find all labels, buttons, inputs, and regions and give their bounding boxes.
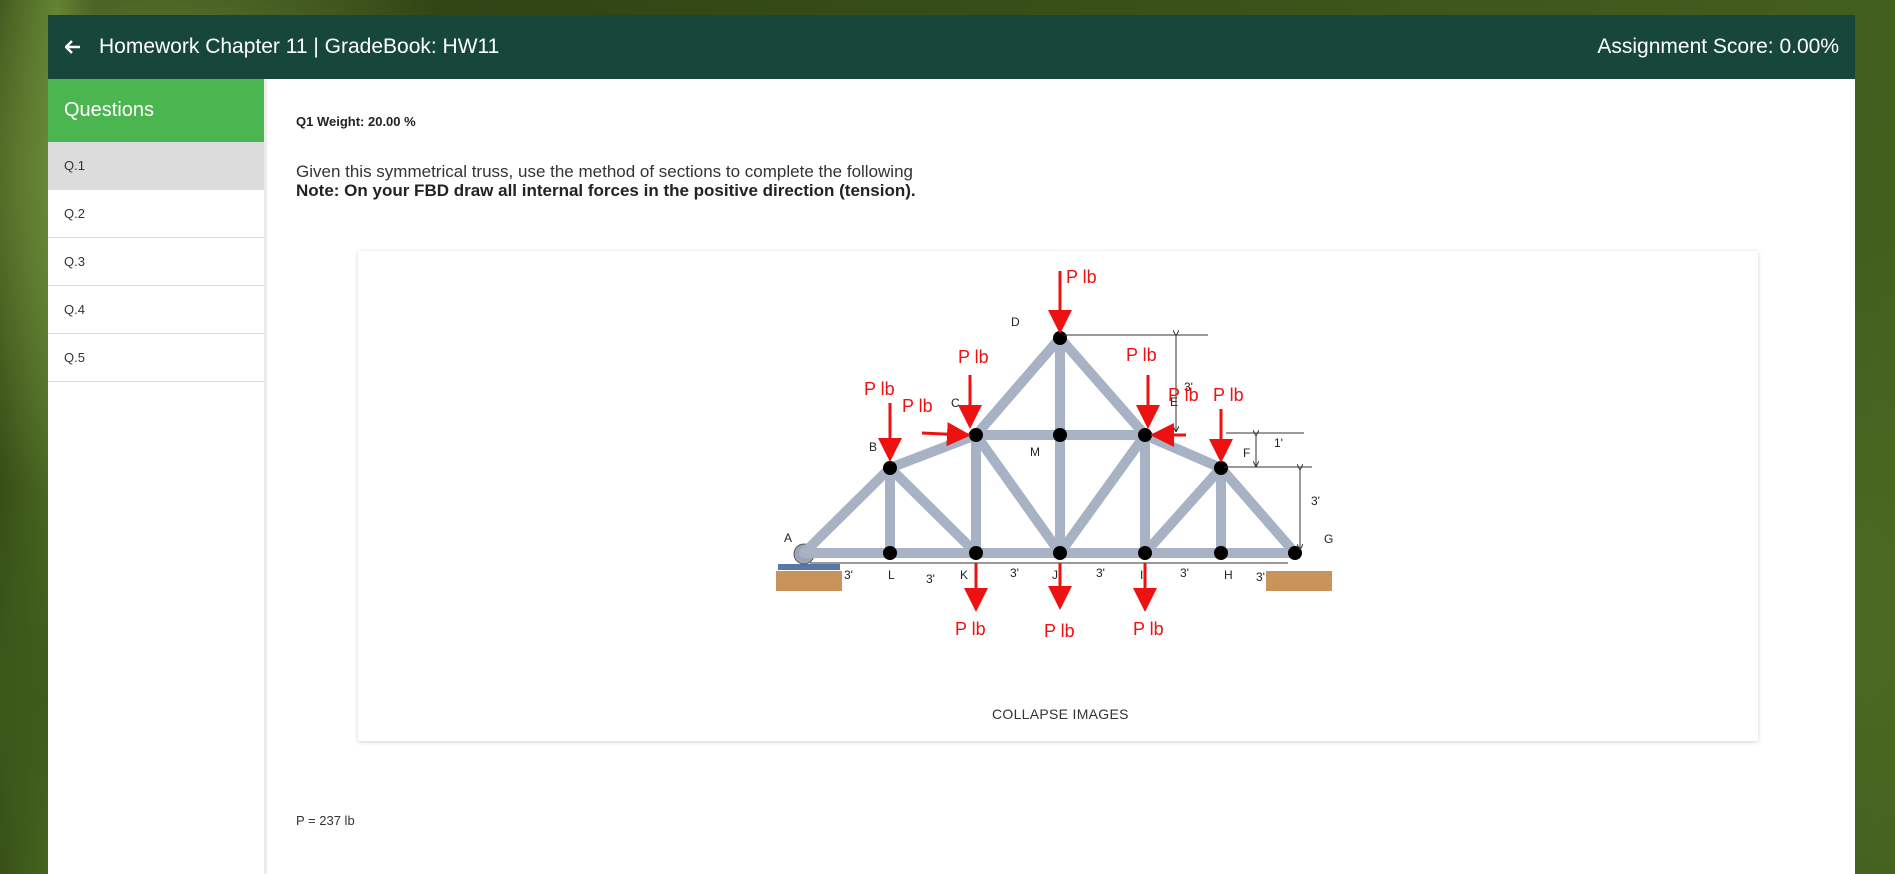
- svg-text:C: C: [951, 396, 960, 410]
- svg-text:P lb: P lb: [864, 379, 895, 399]
- svg-text:G: G: [1324, 532, 1333, 546]
- questions-sidebar: Questions Q.1 Q.2 Q.3 Q.4 Q.5: [48, 79, 267, 874]
- svg-text:A: A: [784, 531, 792, 545]
- svg-text:P lb: P lb: [1213, 385, 1244, 405]
- questions-heading: Questions: [48, 79, 264, 142]
- svg-text:F: F: [1243, 446, 1250, 460]
- svg-text:K: K: [960, 568, 968, 582]
- svg-text:3': 3': [1096, 566, 1105, 580]
- svg-text:P lb: P lb: [1066, 267, 1097, 287]
- assignment-score: Assignment Score: 0.00%: [1597, 35, 1839, 58]
- svg-text:P lb: P lb: [955, 619, 986, 639]
- svg-text:H: H: [1224, 568, 1233, 582]
- svg-text:1': 1': [1274, 436, 1283, 450]
- sidebar-item-q5[interactable]: Q.5: [48, 334, 264, 382]
- question-prompt: Given this symmetrical truss, use the me…: [296, 162, 916, 200]
- svg-text:P lb: P lb: [1168, 385, 1199, 405]
- sidebar-item-q1[interactable]: Q.1: [48, 142, 264, 190]
- svg-text:J: J: [1052, 568, 1058, 582]
- p-value: P = 237 lb: [296, 813, 355, 828]
- svg-text:3': 3': [1180, 566, 1189, 580]
- collapse-images-button[interactable]: COLLAPSE IMAGES: [992, 706, 1129, 722]
- svg-text:P lb: P lb: [902, 396, 933, 416]
- sidebar-item-q4[interactable]: Q.4: [48, 286, 264, 334]
- svg-text:P lb: P lb: [1133, 619, 1164, 639]
- page-title: Homework Chapter 11 | GradeBook: HW11: [99, 35, 500, 58]
- sidebar-item-q3[interactable]: Q.3: [48, 238, 264, 286]
- svg-text:3': 3': [926, 572, 935, 586]
- svg-text:3': 3': [1311, 494, 1320, 508]
- question-note: Note: On your FBD draw all internal forc…: [296, 181, 916, 200]
- svg-text:I: I: [1140, 568, 1143, 582]
- arrow-left-icon[interactable]: [63, 37, 83, 57]
- svg-text:P lb: P lb: [1044, 621, 1075, 641]
- svg-text:M: M: [1030, 445, 1040, 459]
- right-ground: [1266, 571, 1332, 591]
- question-content: Q1 Weight: 20.00 % Given this symmetrica…: [296, 79, 1836, 874]
- svg-text:3': 3': [1256, 570, 1265, 584]
- svg-text:B: B: [869, 440, 877, 454]
- svg-text:L: L: [888, 568, 895, 582]
- question-weight: Q1 Weight: 20.00 %: [296, 114, 416, 129]
- svg-text:P lb: P lb: [1126, 345, 1157, 365]
- svg-text:P lb: P lb: [958, 347, 989, 367]
- truss-diagram: A B C D E F G L K J I H M 3' 3' 3' 3' 3': [776, 267, 1333, 641]
- top-bar: Homework Chapter 11 | GradeBook: HW11 As…: [48, 15, 1855, 79]
- svg-text:D: D: [1011, 315, 1020, 329]
- sidebar-item-q2[interactable]: Q.2: [48, 190, 264, 238]
- left-ground: [776, 571, 842, 591]
- question-text: Given this symmetrical truss, use the me…: [296, 162, 913, 181]
- truss-figure: A B C D E F G L K J I H M 3' 3' 3' 3' 3': [358, 251, 1758, 741]
- svg-text:3': 3': [1010, 566, 1019, 580]
- svg-text:3': 3': [844, 568, 853, 582]
- pin-support-base: [778, 564, 840, 570]
